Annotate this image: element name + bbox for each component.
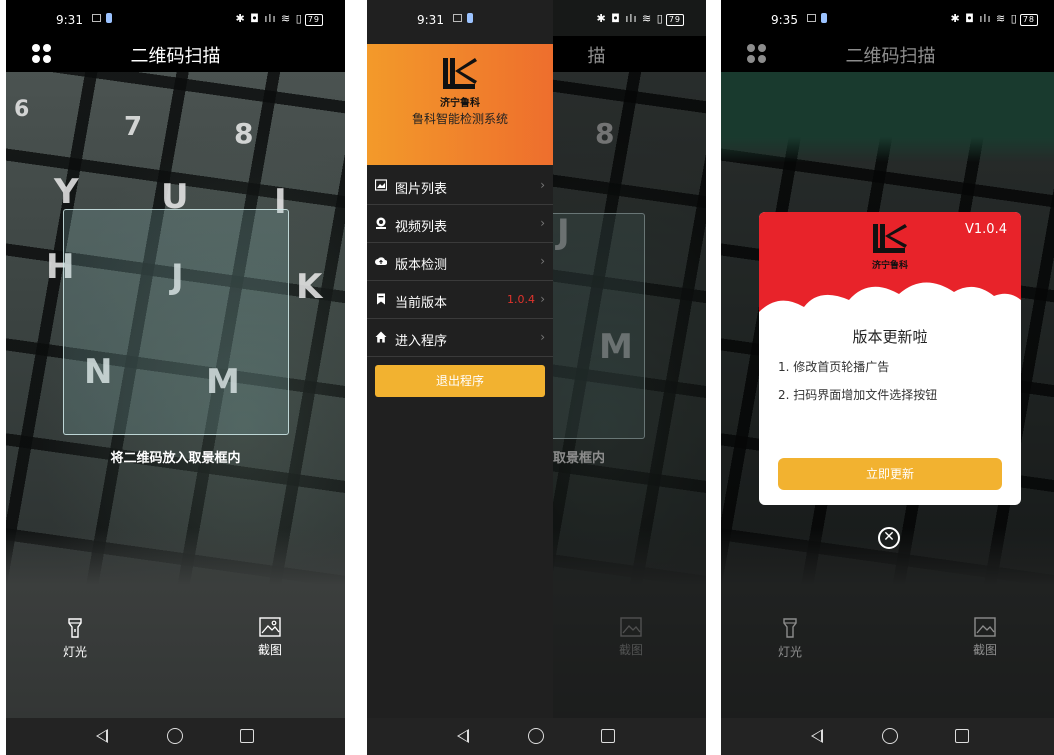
recent-apps-icon[interactable] — [601, 729, 615, 743]
screenshot-button[interactable]: 截图 — [245, 617, 295, 658]
drawer-item-label: 当前版本 — [395, 296, 448, 311]
system-name: 鲁科智能检测系统 — [411, 112, 508, 126]
system-nav-bar — [721, 718, 1054, 755]
back-icon[interactable] — [96, 729, 108, 743]
update-dialog: V1.0.4 济宁鲁科 版本更新啦 1. 修改首页轮播广告 2. 扫码界面增加文… — [759, 212, 1021, 505]
status-icons: ✱ ◘ ılı ≋ ▯ 78 — [950, 12, 1038, 26]
home-circle-icon[interactable] — [882, 728, 898, 744]
key-label: 8 — [234, 117, 254, 150]
key-label: Y — [54, 172, 79, 212]
sim-icon — [453, 14, 462, 22]
image-icon — [259, 617, 281, 637]
chevron-right-icon: › — [540, 216, 545, 230]
phone-screen-drawer: 8 J M 描 取景框内 截图 9:31 ✱ ◘ ılı ≋ ▯79 济宁鲁科 — [367, 0, 706, 755]
current-version-value: 1.0.4 — [507, 293, 535, 306]
home-icon — [375, 331, 387, 343]
status-time: 9:31 — [56, 13, 83, 27]
screenshot-label: 截图 — [257, 643, 282, 657]
drawer-item-label: 版本检测 — [395, 258, 448, 273]
status-bar-right: ✱ ◘ ılı ≋ ▯ 79 — [553, 0, 706, 36]
sim-icon — [807, 14, 816, 22]
scan-hint: 将二维码放入取景框内 — [110, 451, 241, 466]
status-time: 9:31 — [417, 13, 444, 27]
exit-program-button[interactable]: 退出程序 — [375, 365, 545, 397]
image-icon — [375, 179, 387, 191]
chevron-right-icon: › — [540, 330, 545, 344]
page-title: 二维码扫描 — [130, 46, 221, 67]
status-time: 9:35 — [771, 13, 798, 27]
key-label: 6 — [14, 97, 30, 122]
back-icon[interactable] — [457, 729, 469, 743]
company-name: 济宁鲁科 — [871, 261, 908, 271]
chevron-right-icon: › — [540, 292, 545, 306]
scan-frame — [63, 209, 289, 435]
back-icon[interactable] — [811, 729, 823, 743]
drawer-header: 济宁鲁科 鲁科智能检测系统 — [367, 44, 553, 165]
status-icons: ✱ ◘ ılı ≋ ▯ 79 — [596, 12, 684, 26]
drawer-item-enter-program[interactable]: 进入程序 › — [367, 319, 553, 357]
bookmark-icon — [377, 293, 385, 305]
drawer-item-label: 视频列表 — [395, 220, 448, 235]
dialog-title: 版本更新啦 — [852, 328, 928, 346]
chevron-right-icon: › — [540, 254, 545, 268]
status-icons: ✱ ◘ ılı ≋ ▯ 79 — [235, 12, 323, 26]
drawer-item-current-version[interactable]: 当前版本 1.0.4 › — [367, 281, 553, 319]
chevron-right-icon: › — [540, 178, 545, 192]
home-circle-icon[interactable] — [167, 728, 183, 744]
phone-screen-scanner: 6 7 8 Y U I H J K N M 9:31 ✱ ◘ ılı ≋ ▯ 79… — [6, 0, 345, 755]
drawer-item-label: 进入程序 — [395, 334, 448, 349]
drawer-item-video-list[interactable]: 视频列表 › — [367, 205, 553, 243]
company-logo — [439, 58, 479, 92]
system-nav-bar — [6, 718, 345, 755]
flashlight-label: 灯光 — [62, 645, 87, 659]
video-icon — [376, 217, 386, 229]
recent-apps-icon[interactable] — [240, 729, 254, 743]
nav-drawer: 济宁鲁科 鲁科智能检测系统 图片列表 › 视频列表 › 版本检测 › 当前版本 … — [367, 36, 553, 718]
update-note: 1. 修改首页轮播广告 — [778, 360, 890, 374]
home-circle-icon[interactable] — [528, 728, 544, 744]
dialog-version: V1.0.4 — [965, 222, 1007, 237]
battery-icon: 79 — [304, 14, 323, 26]
battery-icon: 78 — [1019, 14, 1038, 26]
notification-icon — [821, 13, 827, 23]
cloud-upload-icon — [375, 257, 387, 265]
bluetooth-wifi-signal-icons: ✱ ◘ ılı ≋ ▯ — [950, 12, 1018, 25]
drawer-item-label: 图片列表 — [395, 182, 448, 197]
key-label: 7 — [124, 112, 143, 142]
status-bar: 9:31 ✱ ◘ ılı ≋ ▯ 79 — [6, 0, 345, 36]
flashlight-button[interactable]: 灯光 — [50, 617, 100, 660]
close-icon[interactable]: ✕ — [878, 527, 900, 549]
update-note: 2. 扫码界面增加文件选择按钮 — [778, 388, 938, 402]
drawer-item-image-list[interactable]: 图片列表 › — [367, 167, 553, 205]
company-logo — [869, 224, 909, 258]
system-nav-bar — [367, 718, 706, 755]
key-label: K — [296, 267, 323, 307]
recent-apps-icon[interactable] — [955, 729, 969, 743]
battery-icon: 79 — [665, 14, 684, 26]
company-name: 济宁鲁科 — [440, 98, 480, 109]
app-bar: 二维码扫描 — [6, 36, 345, 72]
update-now-button[interactable]: 立即更新 — [778, 458, 1002, 490]
drawer-item-version-check[interactable]: 版本检测 › — [367, 243, 553, 281]
status-bar: 9:35 ✱ ◘ ılı ≋ ▯ 78 — [721, 0, 1054, 36]
notification-icon — [467, 13, 473, 23]
flashlight-icon — [68, 618, 82, 638]
status-bar: 9:31 — [367, 0, 553, 36]
phone-screen-update-dialog: 二维码扫描 灯光 截图 9:35 ✱ ◘ ılı ≋ ▯ 78 V1.0.4 济… — [721, 0, 1054, 755]
bluetooth-wifi-signal-icons: ✱ ◘ ılı ≋ ▯ — [596, 12, 664, 25]
bluetooth-wifi-signal-icons: ✱ ◘ ılı ≋ ▯ — [235, 12, 303, 25]
sim-icon — [92, 14, 101, 22]
notification-icon — [106, 13, 112, 23]
